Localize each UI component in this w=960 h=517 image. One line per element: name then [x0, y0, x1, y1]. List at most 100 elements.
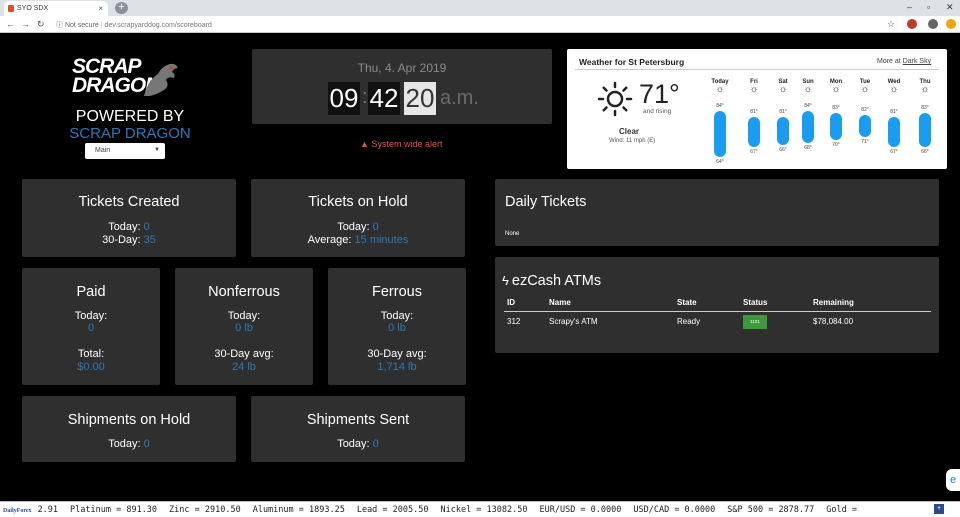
total-label: Total: — [77, 348, 105, 360]
forecast-day-4: Mon ☼ 83° 70° — [823, 79, 849, 164]
ticker-item: Lead = 2005.50 — [356, 505, 429, 515]
tab-title: SYO SDX — [17, 5, 49, 12]
side-widget-icon[interactable]: e — [946, 469, 960, 491]
forecast-low: 64° — [716, 159, 724, 165]
daily-tickets-title: Daily Tickets — [505, 194, 587, 210]
temperature-range-bar — [859, 115, 871, 137]
extension-icon[interactable] — [907, 19, 917, 29]
today-row: Today: 0 — [22, 438, 236, 450]
ezcash-title: ϟ ezCash ATMs — [502, 273, 601, 289]
forecast-high: 84° — [804, 103, 812, 109]
column-header-name: Name — [549, 298, 571, 307]
location-select-value: Main — [95, 147, 111, 154]
clock-panel: Thu, 4. Apr 2019 09 : 42 : 20 a.m. — [252, 49, 552, 124]
system-alert[interactable]: ▲ System wide alert — [360, 139, 442, 149]
ticker-expand-button[interactable]: + — [934, 504, 944, 514]
forecast-day-1: Fri ☼ 81° 67° — [741, 79, 767, 164]
partly-cloudy-icon: ☼ — [778, 84, 788, 95]
dark-sky-link[interactable]: Dark Sky — [903, 58, 931, 65]
current-temperature: 71° — [639, 79, 680, 109]
ezcash-atms-panel: ϟ ezCash ATMs ID Name State Status Remain… — [495, 257, 939, 353]
today-value: 0 — [372, 221, 379, 233]
divider — [575, 69, 939, 70]
forecast-low: 70° — [832, 142, 840, 148]
partly-cloudy-icon: ☼ — [803, 84, 813, 95]
forecast-low: 67° — [750, 149, 758, 155]
forecast-day-5: Tue ☼ 82° 71° — [852, 79, 878, 164]
partly-cloudy-icon: ☼ — [889, 84, 899, 95]
forecast-day-6: Wed ☼ 81° 67° — [881, 79, 907, 164]
minimize-icon[interactable]: – — [907, 2, 912, 12]
average-value: 15 minutes — [354, 234, 409, 246]
new-tab-button[interactable]: + — [115, 2, 128, 14]
url-text: dev.scrapyarddog.com/scoreboard — [104, 22, 212, 29]
column-header-id: ID — [507, 298, 515, 307]
forecast-high: 83° — [832, 105, 840, 111]
restore-icon[interactable]: ▫ — [927, 2, 930, 12]
partly-cloudy-icon: ☼ — [715, 84, 725, 95]
forecast-high: 81° — [890, 109, 898, 115]
tile-title: Shipments Sent — [306, 412, 410, 428]
30-day-avg-value: 24 lb — [232, 361, 256, 373]
ticker-item: Zinc = 2910.50 — [169, 505, 241, 515]
atm-remaining: $78,084.00 — [813, 317, 854, 326]
tile-title: Ferrous — [372, 284, 422, 300]
30-day-avg-label: 30-Day avg: — [214, 348, 274, 360]
temperature-range-bar — [714, 111, 726, 157]
tickets-created-tile: Tickets Created Today: 0 30-Day: 35 — [22, 179, 236, 257]
warning-icon: ▲ — [360, 139, 369, 149]
alert-menu-icon[interactable] — [946, 19, 956, 29]
close-tab-icon[interactable]: × — [98, 4, 103, 13]
tile-title: Tickets on Hold — [308, 194, 408, 210]
today-row: Today: 0 — [22, 221, 236, 233]
back-icon[interactable]: ← — [6, 19, 15, 29]
chevron-down-icon: ▼ — [154, 147, 160, 153]
browser-tab[interactable]: SYO SDX × — [4, 1, 108, 16]
ticker-item: Platinum = 891.30 — [70, 505, 158, 515]
bookmark-star-icon[interactable]: ☆ — [887, 19, 895, 30]
30-day-value: 35 — [143, 234, 156, 246]
url-field[interactable]: ⓘ Not secure | dev.scrapyarddog.com/scor… — [56, 18, 904, 31]
temperature-range-bar — [888, 117, 900, 147]
powered-by-label: POWERED BY — [75, 108, 185, 125]
temperature-range-bar — [777, 117, 789, 145]
reload-icon[interactable]: ↻ — [37, 19, 45, 30]
temperature-range-bar — [802, 111, 814, 143]
close-window-icon[interactable]: ✕ — [946, 2, 954, 13]
clock-date: Thu, 4. Apr 2019 — [357, 61, 447, 75]
forecast-high: 81° — [779, 109, 787, 115]
forecast-high: 81° — [750, 109, 758, 115]
forward-icon[interactable]: → — [21, 19, 30, 29]
today-row: Today: 0 — [251, 438, 465, 450]
ticker-items: 2.91 Platinum = 891.30 Zinc = 2910.50 Alumi… — [38, 505, 869, 515]
atm-status-badge: 1101 — [743, 315, 767, 329]
today-value: 0 — [87, 322, 95, 334]
column-header-state: State — [677, 298, 697, 307]
temperature-range-bar — [919, 113, 931, 147]
ticker-item: S&P 500 = 2878.77 — [727, 505, 815, 515]
30-day-label: 30-Day: — [102, 234, 141, 246]
profile-icon[interactable] — [928, 19, 938, 29]
today-value: 0 — [143, 221, 150, 233]
shipments-sent-tile: Shipments Sent Today: 0 — [251, 396, 465, 462]
forecast-day-7: Thu ☼ 83° 66° — [912, 79, 938, 164]
forecast-low: 66° — [779, 147, 787, 153]
location-select[interactable]: Main ▼ — [85, 143, 165, 159]
tickets-on-hold-tile: Tickets on Hold Today: 0 Average: 15 min… — [251, 179, 465, 257]
forecast-day-0: Today ☼ 84° 64° — [707, 79, 733, 165]
today-value: 0 lb — [388, 322, 406, 334]
forecast-low: 71° — [861, 139, 869, 145]
weather-more-link[interactable]: More at Dark Sky — [877, 58, 931, 65]
30-day-row: 30-Day: 35 — [22, 234, 236, 246]
partly-cloudy-icon: ☼ — [749, 84, 759, 95]
ticker-item: 2.91 — [37, 505, 59, 515]
forecast-day-3: Sun ☼ 84° 68° — [795, 79, 821, 164]
ticker-item: EUR/USD = 0.0000 — [539, 505, 622, 515]
paid-tile: Paid Today: 0 Total: $0.00 — [22, 268, 160, 385]
30-day-avg-label: 30-Day avg: — [367, 348, 427, 360]
shipments-on-hold-tile: Shipments on Hold Today: 0 — [22, 396, 236, 462]
forecast-low: 67° — [890, 149, 898, 155]
forecast-high: 82° — [861, 107, 869, 113]
commodity-ticker: DailyForex 2.91 Platinum = 891.30 Zinc = 29… — [0, 501, 960, 517]
lightning-bolt-icon: ϟ — [502, 273, 509, 288]
